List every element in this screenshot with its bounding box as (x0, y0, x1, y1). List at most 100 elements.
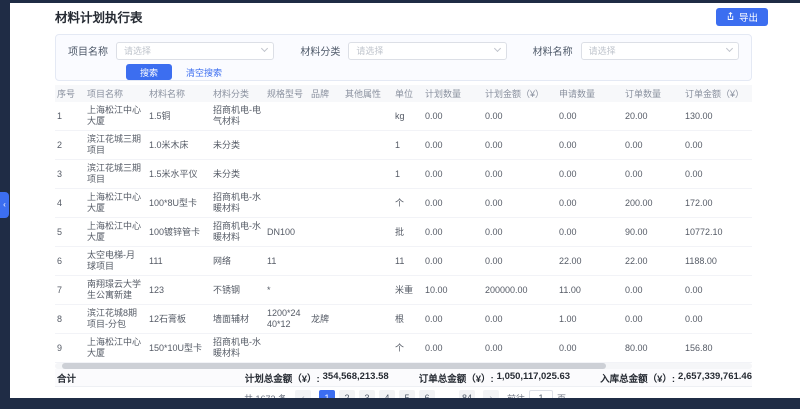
pager-pages: 123456...84 (319, 390, 475, 398)
table-cell: 1188.00 (683, 247, 752, 276)
drawer-toggle[interactable]: ‹ (0, 192, 9, 218)
table-cell: 150*10U型卡 (147, 334, 211, 363)
summary-row: 合计 计划总金额（¥）:354,568,213.58订单总金额（¥）:1,050… (55, 369, 752, 387)
table-cell: 滨江花城三期项目 (85, 160, 147, 189)
clear-search-button[interactable]: 清空搜索 (186, 64, 222, 80)
export-icon (726, 12, 735, 21)
column-header: 订单数量 (623, 85, 683, 102)
summary-item-label: 入库总金额（¥）: (600, 371, 675, 385)
export-button[interactable]: 导出 (716, 8, 768, 26)
table-cell: 上海松江中心大厦 (85, 189, 147, 218)
project-name-label: 项目名称 (68, 43, 108, 58)
table-cell: 0.00 (423, 334, 483, 363)
goto-page-input[interactable] (529, 390, 553, 398)
table-row: 8滨江花城8期项目-分包12石膏板墙面辅材1200*2440*12龙牌根0.00… (55, 305, 752, 334)
table-row: 1上海松江中心大厦1.5铜招商机电-电气材料kg0.000.000.0020.0… (55, 102, 752, 131)
pager-next-button[interactable]: › (483, 390, 499, 398)
material-name-select[interactable] (581, 41, 739, 59)
project-name-select[interactable] (116, 41, 274, 59)
column-header: 计划金额（¥） (483, 85, 557, 102)
table-row: 2滨江花城三期项目1.0米木床未分类10.000.000.000.000.00 (55, 131, 752, 160)
table-cell: kg (393, 102, 423, 131)
table-cell: 0.00 (483, 160, 557, 189)
table-cell: 200000.00 (483, 276, 557, 305)
summary-item-value: 354,568,213.58 (323, 371, 389, 385)
table-cell: 太空电梯-月球项目 (85, 247, 147, 276)
table-cell (343, 218, 393, 247)
summary-total-label: 合计 (55, 371, 76, 385)
table-cell (309, 218, 343, 247)
pager-page-84[interactable]: 84 (459, 390, 475, 398)
page-title: 材料计划执行表 (55, 7, 143, 26)
filter-row: 项目名称 材料分类 材料名称 (68, 41, 739, 59)
table-cell: 南翔璟云大学生公寓新建 (85, 276, 147, 305)
table-cell: 0.00 (423, 102, 483, 131)
material-category-select[interactable] (348, 41, 506, 59)
table-cell (343, 160, 393, 189)
horizontal-scrollbar (55, 363, 752, 369)
pager-page-3[interactable]: 3 (359, 390, 375, 398)
summary-items: 计划总金额（¥）:354,568,213.58订单总金额（¥）:1,050,11… (245, 371, 752, 385)
table-cell: 0.00 (423, 160, 483, 189)
column-header: 申请数量 (557, 85, 623, 102)
project-name-input[interactable] (116, 42, 274, 60)
table-cell: 0.00 (483, 305, 557, 334)
material-name-input[interactable] (581, 42, 739, 60)
pagination-total-text: 共 1673 条 (244, 392, 287, 399)
row-index-cell: 4 (55, 189, 85, 218)
horizontal-scrollbar-thumb[interactable] (62, 363, 606, 369)
pager-page-2[interactable]: 2 (339, 390, 355, 398)
search-button[interactable]: 搜索 (126, 64, 172, 80)
table-cell: 11 (393, 247, 423, 276)
table-cell: 招商机电-水暖材料 (211, 218, 265, 247)
column-header: 项目名称 (85, 85, 147, 102)
table-cell: 0.00 (623, 131, 683, 160)
row-index-cell: 8 (55, 305, 85, 334)
row-index-cell: 3 (55, 160, 85, 189)
table-cell: 10.00 (423, 276, 483, 305)
table-cell: 172.00 (683, 189, 752, 218)
table-cell: 130.00 (683, 102, 752, 131)
pager-page-4[interactable]: 4 (379, 390, 395, 398)
table-cell: 1 (393, 160, 423, 189)
table-cell: 0.00 (483, 218, 557, 247)
row-index-cell: 9 (55, 334, 85, 363)
row-index-cell: 5 (55, 218, 85, 247)
table-cell: 100*8U型卡 (147, 189, 211, 218)
pager-page-6[interactable]: 6 (419, 390, 435, 398)
table-cell (265, 189, 309, 218)
column-header: 计划数量 (423, 85, 483, 102)
table-area: 序号项目名称材料名称材料分类规格型号品牌其他属性单位计划数量计划金额（¥）申请数… (10, 85, 800, 363)
table-cell: 80.00 (623, 334, 683, 363)
table-body: 1上海松江中心大厦1.5铜招商机电-电气材料kg0.000.000.0020.0… (55, 102, 752, 363)
main-window: 材料计划执行表 导出 项目名称 材料分类 (10, 3, 800, 398)
table-cell: 上海松江中心大厦 (85, 334, 147, 363)
summary-item-label: 订单总金额（¥）: (419, 371, 494, 385)
pager-page-5[interactable]: 5 (399, 390, 415, 398)
filter-group-material-category: 材料分类 (300, 41, 506, 59)
table-cell: 12石膏板 (147, 305, 211, 334)
filter-panel: 项目名称 材料分类 材料名称 (55, 34, 752, 81)
table-cell (309, 189, 343, 218)
pager-page-1[interactable]: 1 (319, 390, 335, 398)
goto-suffix-label: 页 (557, 392, 566, 399)
table-cell: 上海松江中心大厦 (85, 102, 147, 131)
table-cell: 0.00 (683, 305, 752, 334)
column-header: 品牌 (309, 85, 343, 102)
material-category-input[interactable] (348, 42, 506, 60)
row-index-cell: 1 (55, 102, 85, 131)
table-cell: 1.00 (557, 305, 623, 334)
table-cell: 网络 (211, 247, 265, 276)
table-cell: 200.00 (623, 189, 683, 218)
table-row: 3滨江花城三期项目1.5米水平仪未分类10.000.000.000.000.00 (55, 160, 752, 189)
table-cell: 11 (265, 247, 309, 276)
table-cell: 0.00 (483, 247, 557, 276)
table-cell (343, 102, 393, 131)
table-cell: 0.00 (423, 218, 483, 247)
pager-prev-button[interactable]: ‹ (295, 390, 311, 398)
table-cell: 墙面辅材 (211, 305, 265, 334)
filter-group-project: 项目名称 (68, 41, 274, 59)
table-cell: 滨江花城三期项目 (85, 131, 147, 160)
summary-item-value: 1,050,117,025.63 (497, 371, 570, 385)
table-cell: 1 (393, 131, 423, 160)
